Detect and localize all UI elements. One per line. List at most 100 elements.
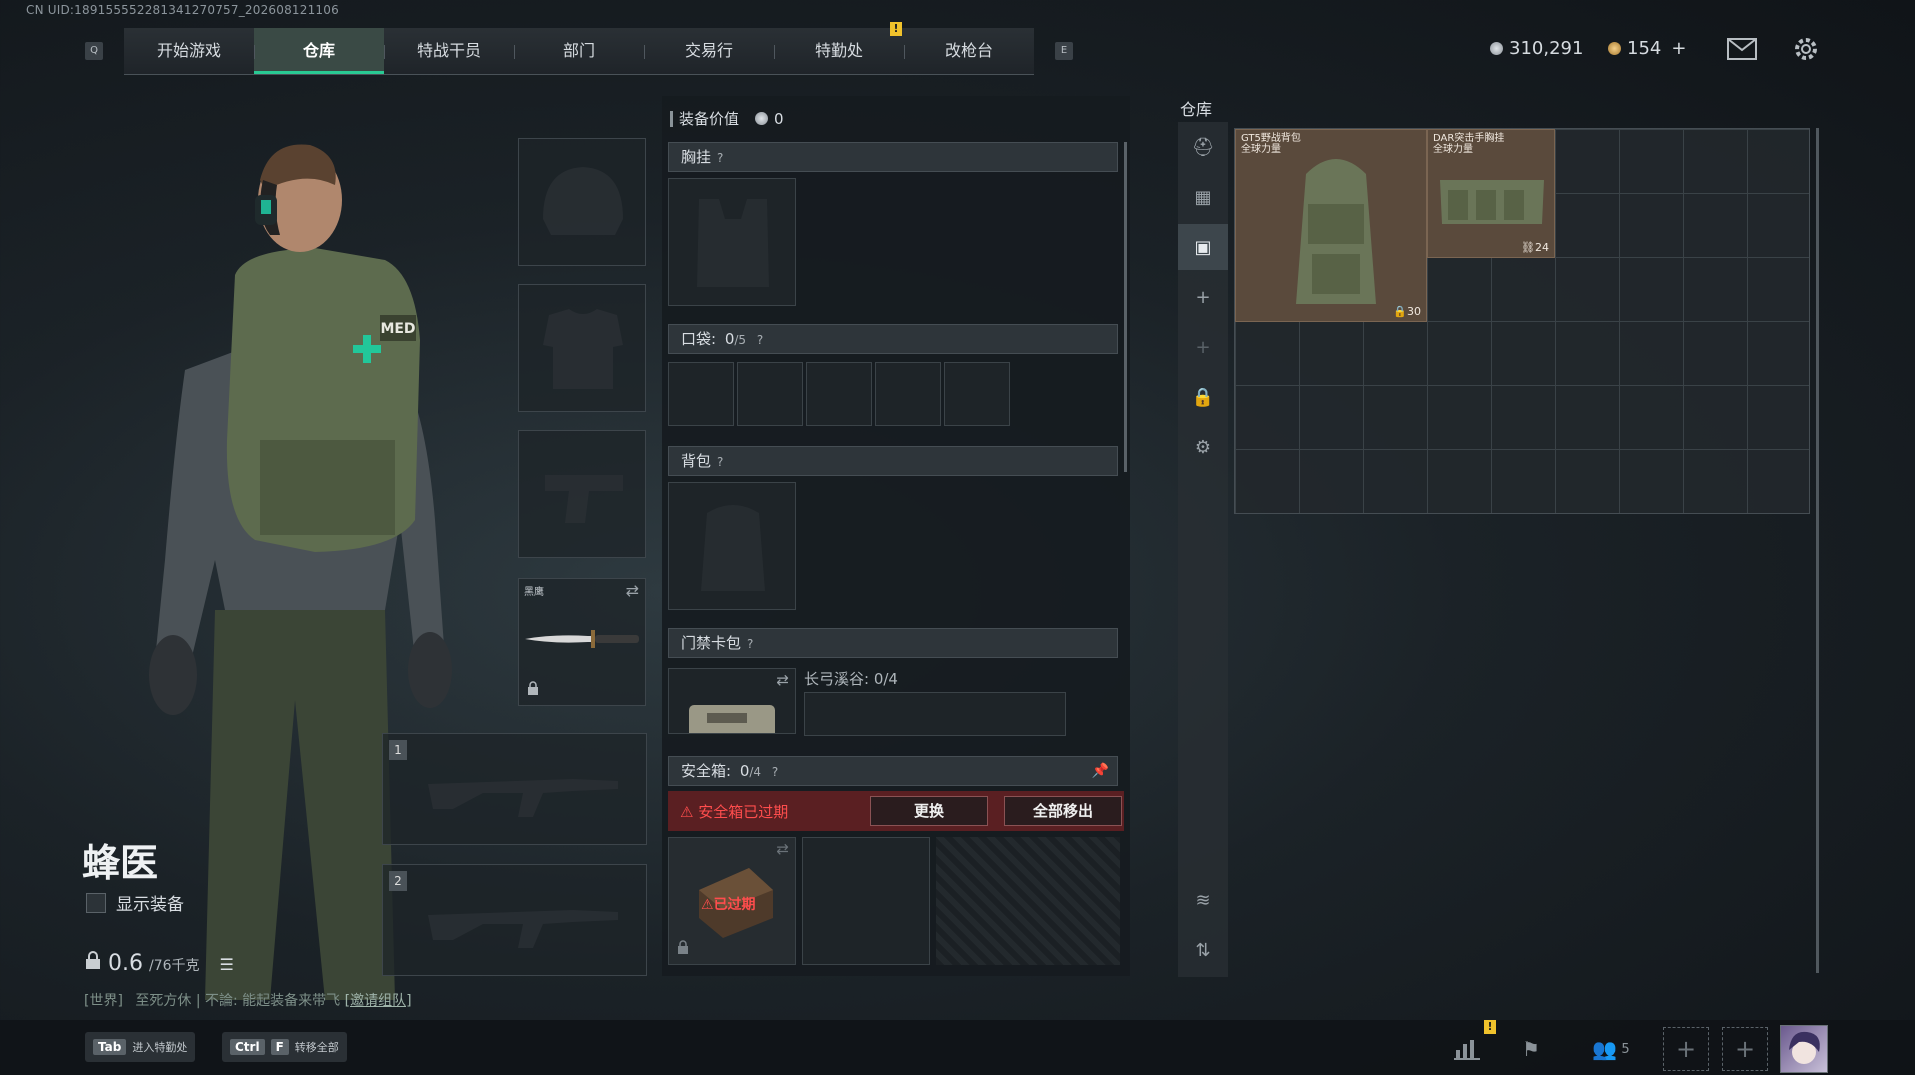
warehouse-scrollbar[interactable] <box>1816 128 1819 973</box>
friends-icon[interactable]: 👥 5 <box>1586 1032 1636 1066</box>
backpack-icon <box>701 505 765 591</box>
help-icon[interactable]: ? <box>747 637 753 651</box>
svg-text:MED: MED <box>380 321 415 337</box>
rifle-icon <box>428 910 618 948</box>
swap-icon[interactable]: ⇄ <box>776 840 789 858</box>
pocket-slot[interactable] <box>737 362 803 426</box>
carry-weight: 0.6 /76千克 ☰ <box>84 950 234 976</box>
tab-department[interactable]: 部门 <box>514 28 644 74</box>
backpack-header: 背包? <box>668 446 1118 476</box>
weight-list-icon[interactable]: ☰ <box>220 955 234 974</box>
melee-slot[interactable]: 黑鹰 ⇄ <box>518 578 646 706</box>
player-avatar[interactable] <box>1780 1025 1828 1073</box>
flag-icon[interactable]: ⚑ <box>1514 1032 1548 1066</box>
panel-scrollbar[interactable] <box>1124 142 1127 472</box>
gold-amount: 154 <box>1627 38 1662 59</box>
warehouse-settings-icon[interactable]: ⚙ <box>1178 424 1228 470</box>
enter-special-office-hint[interactable]: Tab 进入特勤处 <box>85 1032 196 1062</box>
keycard-case-icon <box>689 705 775 733</box>
show-equipment-checkbox[interactable] <box>86 892 106 913</box>
pocket-slot[interactable] <box>875 362 941 426</box>
pocket-slot[interactable] <box>944 362 1010 426</box>
warehouse-item-chest-rig[interactable]: DAR突击手胸挂 全球力量 ⛓24 <box>1427 129 1555 258</box>
chest-rig-header: 胸挂? <box>668 142 1118 172</box>
help-icon[interactable]: ? <box>757 333 763 347</box>
warehouse-sort-icon[interactable]: ⇅ <box>1178 927 1228 973</box>
safebox-slot[interactable]: ⇄ ⚠已过期 <box>668 837 796 965</box>
warehouse-tab-storage-icon[interactable]: ▣ <box>1178 224 1228 270</box>
chest-rig-label: 胸挂 <box>681 148 712 166</box>
gold-coin-icon <box>1608 42 1621 55</box>
silver-amount: 310,291 <box>1509 38 1584 59</box>
warehouse-layers-icon[interactable]: ≋ <box>1178 877 1228 923</box>
value-coin-icon <box>755 112 769 125</box>
backpack-label: 背包 <box>681 452 712 470</box>
replace-button[interactable]: 更换 <box>870 796 988 826</box>
swap-icon[interactable]: ⇄ <box>626 581 639 600</box>
move-all-button[interactable]: 全部移出 <box>1004 796 1122 826</box>
enter-special-office-label: 进入特勤处 <box>132 1041 188 1054</box>
backpack-slot[interactable] <box>668 482 796 610</box>
warehouse-tab-gallery-icon[interactable]: ▦ <box>1178 174 1228 220</box>
primary-weapon-slot-2[interactable]: 2 <box>382 864 647 976</box>
weapon-slot-number: 2 <box>389 871 407 891</box>
primary-weapon-slot-1[interactable]: 1 <box>382 733 647 845</box>
add-teammate-slot[interactable]: + <box>1663 1027 1709 1071</box>
pocket-slot[interactable] <box>668 362 734 426</box>
tab-special-office[interactable]: 特勤处 <box>774 28 904 74</box>
operator-name: 蜂医 <box>82 841 159 885</box>
nav-prev-key[interactable]: Q <box>85 42 103 60</box>
tab-start-game[interactable]: 开始游戏 <box>124 28 254 74</box>
keycard-slots[interactable] <box>804 692 1066 736</box>
pockets-header: 口袋: 0/5 ? <box>668 324 1118 354</box>
help-icon[interactable]: ? <box>772 765 778 779</box>
chest-rig-slot[interactable] <box>668 178 796 306</box>
pistol-slot[interactable] <box>518 430 646 558</box>
melee-label: 黑鹰 <box>524 587 544 598</box>
tab-warehouse[interactable]: 仓库 <box>254 28 384 74</box>
safebox-storage-slot[interactable] <box>802 837 930 965</box>
show-equipment-toggle[interactable]: 显示装备 <box>86 890 184 915</box>
keycard-label: 门禁卡包 <box>681 634 742 652</box>
tab-trading[interactable]: 交易行 <box>644 28 774 74</box>
stats-icon[interactable] <box>1450 1032 1484 1066</box>
weight-lock-icon <box>84 950 102 976</box>
transfer-all-hint[interactable]: Ctrl F 转移全部 <box>222 1032 347 1062</box>
warehouse-add-icon[interactable]: + <box>1178 274 1228 320</box>
item-count: ⛓24 <box>1521 241 1549 254</box>
help-icon[interactable]: ? <box>717 151 723 165</box>
add-teammate-slot[interactable]: + <box>1722 1027 1768 1071</box>
tab-gunsmith[interactable]: 改枪台 <box>904 28 1034 74</box>
chat-invite-link[interactable]: [邀请组队] <box>345 993 412 1009</box>
safebox-header: 安全箱: 0/4 ? 📌 <box>668 756 1118 786</box>
show-equipment-label: 显示装备 <box>116 895 184 915</box>
settings-gear-icon[interactable] <box>1792 35 1820 67</box>
keycard-case-slot[interactable]: ⇄ <box>668 668 796 734</box>
add-gold-button[interactable]: + <box>1671 38 1686 59</box>
chest-rig-icon <box>697 199 769 287</box>
safebox-lock-icon <box>677 940 689 958</box>
warehouse-grid[interactable]: GT5野战背包 全球力量 🔒30 DAR突击手胸挂 全球力量 ⛓24 <box>1234 128 1810 514</box>
equipment-value-label: 装备价值 <box>679 110 740 128</box>
nav-notice-badge: ! <box>890 22 902 36</box>
pockets-label: 口袋: <box>681 330 717 348</box>
tab-operators[interactable]: 特战干员 <box>384 28 514 74</box>
nav-next-key[interactable]: E <box>1055 42 1073 60</box>
warehouse-item-backpack[interactable]: GT5野战背包 全球力量 🔒30 <box>1235 129 1427 322</box>
helmet-slot[interactable] <box>518 138 646 266</box>
expired-tag: ⚠已过期 <box>701 897 756 913</box>
equipment-value-amount: 0 <box>774 109 784 128</box>
pistol-icon <box>545 475 623 523</box>
transfer-all-label: 转移全部 <box>294 1041 339 1054</box>
armor-slot[interactable] <box>518 284 646 412</box>
mail-icon[interactable] <box>1727 38 1757 64</box>
pocket-slot[interactable] <box>806 362 872 426</box>
pin-icon[interactable]: 📌 <box>1092 757 1109 785</box>
help-icon[interactable]: ? <box>717 455 723 469</box>
warehouse-tab-helmet-icon[interactable]: ⛑ <box>1178 124 1228 170</box>
swap-icon[interactable]: ⇄ <box>776 671 789 689</box>
gt5-backpack-icon <box>1296 159 1376 304</box>
safebox-label: 安全箱: <box>681 762 732 780</box>
safebox-expired-bar: ⚠ 安全箱已过期 更换 全部移出 <box>668 791 1124 831</box>
pockets-count: 0 <box>724 330 735 348</box>
